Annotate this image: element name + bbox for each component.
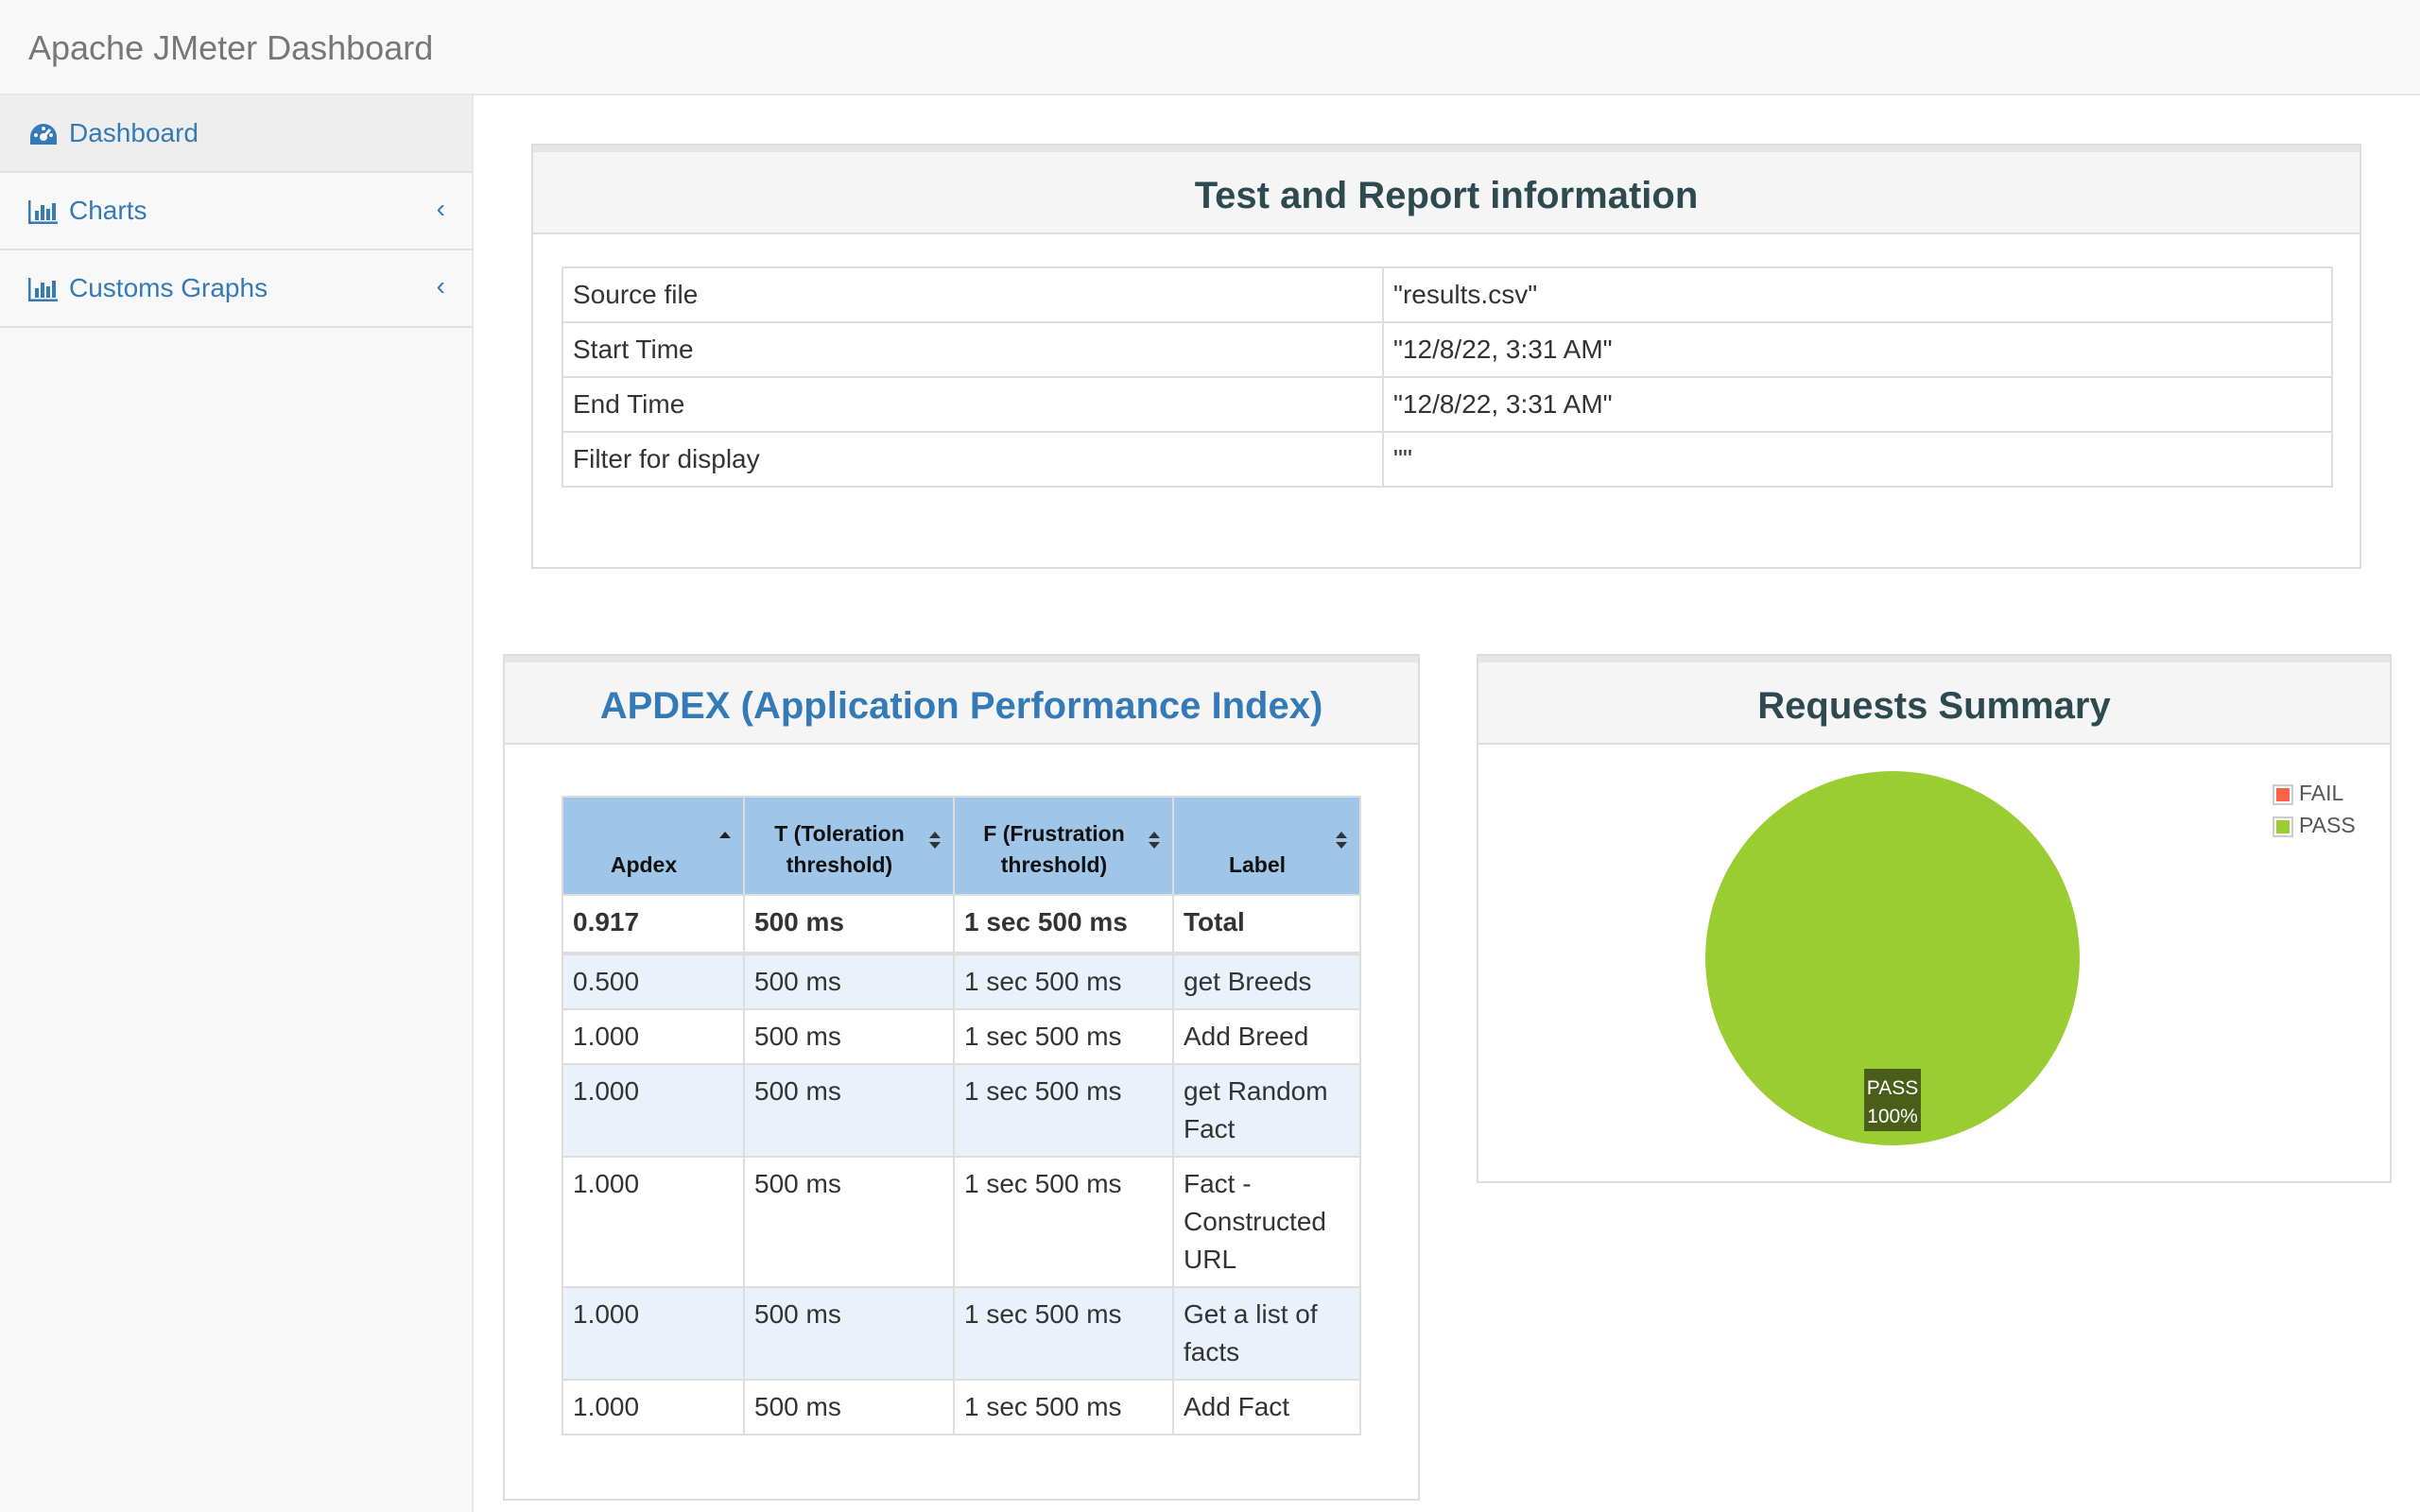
table-row: 1.000 500 ms 1 sec 500 ms get Random Fac…: [562, 1063, 1361, 1158]
bar-chart-icon: [28, 278, 58, 301]
table-row: 0.500 500 ms 1 sec 500 ms get Breeds: [562, 953, 1361, 1010]
table-cell: 1.000: [562, 1063, 745, 1158]
table-cell: Add Breed: [1172, 1008, 1361, 1065]
table-cell: Get a list of facts: [1172, 1286, 1361, 1381]
table-cell: 500 ms: [743, 1063, 955, 1158]
column-header-label: F (Frustration: [983, 821, 1125, 846]
sort-icon: [1336, 832, 1347, 849]
chevron-left-icon[interactable]: ‹: [437, 194, 445, 224]
info-panel-header: Test and Report information: [533, 146, 2360, 234]
legend-label: FAIL: [2299, 781, 2344, 805]
info-panel-title: Test and Report information: [1194, 175, 1699, 216]
table-row: 1.000 500 ms 1 sec 500 ms Fact - Constru…: [562, 1156, 1361, 1288]
table-cell: 1.000: [562, 1286, 745, 1381]
sidebar-item-label: Charts: [69, 196, 147, 225]
table-row: 1.000 500 ms 1 sec 500 ms Add Fact: [562, 1379, 1361, 1435]
apdex-table: Apdex T (Toleration threshold) F (Frustr…: [562, 796, 1361, 1435]
info-value: "results.csv": [1382, 266, 2333, 323]
apdex-panel-header: APDEX (Application Performance Index): [505, 656, 1418, 745]
column-header-label: threshold): [786, 852, 893, 877]
table-row: End Time "12/8/22, 3:31 AM": [562, 376, 2333, 433]
table-cell: get Random Fact: [1172, 1063, 1361, 1158]
apdex-panel-title[interactable]: APDEX (Application Performance Index): [505, 662, 1418, 728]
pie-slice-label: PASS 100%: [1864, 1069, 1921, 1131]
table-cell: 0.917: [562, 894, 745, 955]
table-cell: 1 sec 500 ms: [953, 1008, 1174, 1065]
table-cell: 1.000: [562, 1379, 745, 1435]
slice-label-name: PASS: [1867, 1077, 1918, 1099]
table-cell: 1 sec 500 ms: [953, 1286, 1174, 1381]
info-table: Source file "results.csv" Start Time "12…: [562, 266, 2333, 488]
requests-summary-pie-chart[interactable]: PASS 100%: [1478, 745, 2390, 1181]
sidebar-item-dashboard[interactable]: Dashboard: [0, 95, 472, 173]
table-row: 1.000 500 ms 1 sec 500 ms Get a list of …: [562, 1286, 1361, 1381]
column-header-toleration[interactable]: T (Toleration threshold): [743, 796, 955, 896]
table-cell: 500 ms: [743, 1379, 955, 1435]
table-cell: 1.000: [562, 1156, 745, 1288]
sidebar-item-charts[interactable]: Charts ‹: [0, 173, 472, 250]
table-cell: 1 sec 500 ms: [953, 1063, 1174, 1158]
table-cell: 500 ms: [743, 1286, 955, 1381]
info-key: Source file: [562, 266, 1384, 323]
table-row: 1.000 500 ms 1 sec 500 ms Add Breed: [562, 1008, 1361, 1065]
table-cell: 500 ms: [743, 894, 955, 955]
apdex-panel: APDEX (Application Performance Index) Ap…: [503, 654, 1420, 1501]
info-key: Start Time: [562, 321, 1384, 378]
legend-swatch: [2273, 816, 2293, 837]
column-header-label: Apdex: [610, 852, 678, 877]
table-cell: 500 ms: [743, 1008, 955, 1065]
column-header-label-col[interactable]: Label: [1172, 796, 1361, 896]
sort-icon: [1149, 832, 1160, 849]
legend-swatch: [2273, 784, 2293, 805]
table-cell: 1 sec 500 ms: [953, 953, 1174, 1010]
column-header-label: T (Toleration: [774, 821, 905, 846]
bar-chart-icon: [28, 200, 58, 224]
requests-summary-header: Requests Summary: [1478, 656, 2390, 745]
column-header-label: Label: [1228, 852, 1287, 877]
table-row: Filter for display "": [562, 431, 2333, 488]
table-row: Source file "results.csv": [562, 266, 2333, 323]
column-header-apdex[interactable]: Apdex: [562, 796, 745, 896]
table-row: Start Time "12/8/22, 3:31 AM": [562, 321, 2333, 378]
table-cell: 1.000: [562, 1008, 745, 1065]
top-navbar: Apache JMeter Dashboard: [0, 0, 2420, 95]
app-title[interactable]: Apache JMeter Dashboard: [28, 28, 433, 68]
info-value: "": [1382, 431, 2333, 488]
requests-summary-panel: Requests Summary PASS 100% FAIL PASS: [1477, 654, 2392, 1183]
table-cell: Fact - Constructed URL: [1172, 1156, 1361, 1288]
sidebar-item-customs-graphs[interactable]: Customs Graphs ‹: [0, 250, 472, 328]
column-header-frustration[interactable]: F (Frustration threshold): [953, 796, 1174, 896]
chevron-left-icon[interactable]: ‹: [437, 271, 445, 301]
table-row-total: 0.917 500 ms 1 sec 500 ms Total: [562, 894, 1361, 955]
table-cell: 1 sec 500 ms: [953, 1156, 1174, 1288]
info-key: Filter for display: [562, 431, 1384, 488]
sidebar: Dashboard Charts ‹ Customs Graphs ‹: [0, 95, 474, 1512]
legend-label: PASS: [2299, 813, 2356, 837]
sort-ascending-icon: [719, 832, 731, 838]
slice-label-percent: 100%: [1867, 1106, 1918, 1127]
dashboard-icon: [30, 124, 57, 145]
table-cell: Total: [1172, 894, 1361, 955]
info-key: End Time: [562, 376, 1384, 433]
info-panel: Test and Report information Source file …: [531, 144, 2361, 569]
sidebar-item-label: Customs Graphs: [69, 273, 268, 302]
sidebar-item-label: Dashboard: [69, 118, 199, 147]
table-cell: 500 ms: [743, 1156, 955, 1288]
table-cell: 1 sec 500 ms: [953, 1379, 1174, 1435]
table-cell: Add Fact: [1172, 1379, 1361, 1435]
info-value: "12/8/22, 3:31 AM": [1382, 321, 2333, 378]
table-cell: 1 sec 500 ms: [953, 894, 1174, 955]
info-value: "12/8/22, 3:31 AM": [1382, 376, 2333, 433]
table-cell: get Breeds: [1172, 953, 1361, 1010]
table-cell: 0.500: [562, 953, 745, 1010]
column-header-label: threshold): [1000, 852, 1108, 877]
table-header-row: Apdex T (Toleration threshold) F (Frustr…: [562, 796, 1361, 896]
table-cell: 500 ms: [743, 953, 955, 1010]
sort-icon: [929, 832, 941, 849]
requests-summary-title: Requests Summary: [1757, 685, 2111, 727]
